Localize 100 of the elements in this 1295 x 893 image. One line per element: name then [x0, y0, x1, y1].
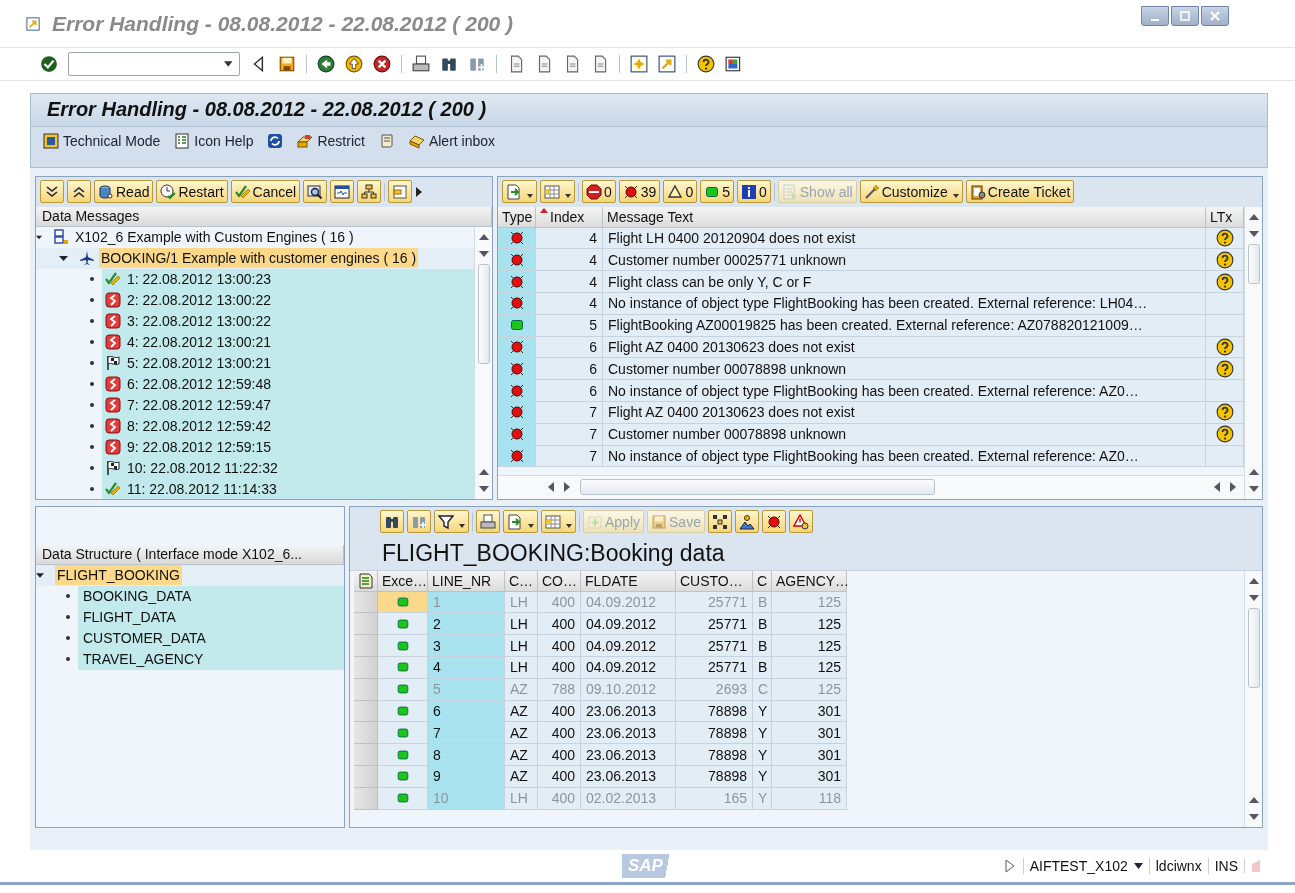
toolbar-button[interactable]	[267, 132, 284, 149]
tree-item[interactable]: 8: 22.08.2012 12:59:42	[102, 415, 474, 437]
caret-icon[interactable]	[1133, 862, 1143, 869]
toolbar-button[interactable]: 39	[618, 180, 661, 204]
tree-item[interactable]: 4: 22.08.2012 13:00:21	[102, 331, 474, 353]
table-cell: FlightBooking AZ00019825 has been created. External reference: AZ078820121009…	[603, 314, 1206, 337]
help-icon[interactable]	[1215, 359, 1234, 378]
toolbar-button[interactable]: Restart	[156, 180, 228, 204]
tree-item[interactable]: BOOKING_DATA	[78, 585, 344, 607]
toolbar-button[interactable]: Alert inbox	[408, 132, 496, 149]
help-icon[interactable]	[1215, 272, 1234, 291]
layout-button[interactable]	[354, 570, 378, 592]
table-cell: Y	[753, 722, 772, 745]
toolbar-button[interactable]	[761, 510, 786, 534]
tree-item[interactable]: 1: 22.08.2012 13:00:23	[102, 268, 474, 290]
help-icon[interactable]	[697, 54, 715, 73]
table-cell: 23.06.2013	[581, 765, 676, 788]
column-header[interactable]: LTx	[1206, 206, 1244, 228]
filter-icon	[438, 513, 454, 530]
caret-icon[interactable]	[59, 253, 68, 263]
scrollbar[interactable]	[1244, 206, 1262, 499]
toolbar-button[interactable]: Technical Mode	[43, 132, 161, 149]
client-name: ldciwnx	[1148, 857, 1208, 874]
tree-item[interactable]: 7: 22.08.2012 12:59:47	[102, 394, 474, 416]
column-header[interactable]: Exce…	[378, 570, 428, 592]
toolbar-button[interactable]	[357, 180, 382, 204]
tree-item[interactable]: 5: 22.08.2012 13:00:21	[102, 352, 474, 374]
column-header[interactable]: C…	[505, 570, 538, 592]
window-icon[interactable]	[630, 54, 648, 73]
toolbar-button[interactable]: Icon Help	[174, 132, 254, 149]
error-icon	[508, 273, 525, 290]
tree-item[interactable]: 9: 22.08.2012 12:59:15	[102, 436, 474, 458]
column-header[interactable]: Type	[498, 206, 536, 228]
print-icon[interactable]	[412, 54, 430, 73]
table-cell: 1	[428, 591, 505, 614]
tree-item[interactable]: 3: 22.08.2012 13:00:22	[102, 310, 474, 332]
help-icon[interactable]	[1215, 229, 1234, 247]
help-icon[interactable]	[1215, 425, 1234, 444]
close-button[interactable]	[1201, 6, 1229, 26]
toolbar-button[interactable]	[40, 180, 64, 204]
column-header[interactable]: CO…	[538, 570, 581, 592]
toolbar-button[interactable]	[788, 510, 813, 534]
toolbar-button[interactable]	[303, 180, 328, 204]
system-dropdown[interactable]: AIFTEST_X102	[1022, 857, 1149, 874]
cancel-icon[interactable]	[373, 54, 391, 73]
tree-item[interactable]: 2: 22.08.2012 13:00:22	[102, 289, 474, 311]
back-icon[interactable]	[317, 54, 335, 73]
screen-title: Error Handling - 08.08.2012 - 22.08.2012 ( 200 )	[31, 93, 1267, 127]
check-pencil-icon	[105, 481, 121, 498]
maximize-button[interactable]	[1171, 6, 1199, 26]
scrollbar[interactable]	[1244, 570, 1262, 827]
toolbar-button[interactable]	[734, 510, 759, 534]
column-header[interactable]: FLDATE	[581, 570, 676, 592]
bullet-icon	[66, 636, 70, 641]
toolbar-button[interactable]: 5	[700, 180, 734, 204]
caret-icon[interactable]	[224, 60, 233, 67]
tree-item[interactable]: TRAVEL_AGENCY	[78, 648, 344, 670]
table-cell: 04.09.2012	[581, 635, 676, 657]
bullet-icon	[90, 319, 94, 324]
toolbar-button[interactable]: Customize	[859, 180, 963, 204]
column-header[interactable]: Message Text	[603, 206, 1206, 228]
triangle-right-icon[interactable]	[415, 186, 424, 197]
help-icon[interactable]	[1215, 403, 1234, 422]
tree-item[interactable]: X102_6 Example with Custom Engines ( 16 )	[50, 226, 360, 248]
command-field[interactable]	[68, 51, 240, 76]
column-header[interactable]: C	[753, 570, 772, 592]
help-icon[interactable]	[1215, 250, 1234, 269]
check-pencil-icon	[234, 183, 251, 200]
scrollbar[interactable]	[474, 226, 492, 499]
tree-item[interactable]: CUSTOMER_DATA	[78, 627, 344, 649]
monitor-icon[interactable]	[725, 54, 743, 73]
toolbar-button[interactable]: Restrict	[297, 132, 365, 149]
column-header[interactable]: LINE_NR	[428, 570, 505, 592]
tree-item[interactable]: 6: 22.08.2012 12:59:48	[102, 373, 474, 395]
scrollbar[interactable]	[498, 474, 1244, 499]
triangle-right-icon[interactable]	[1004, 858, 1015, 873]
toolbar-button[interactable]	[67, 180, 91, 204]
column-header[interactable]: CUSTO…	[676, 570, 753, 592]
toolbar-button[interactable]	[434, 510, 469, 534]
shortcut-icon[interactable]	[658, 54, 676, 73]
toolbar-button[interactable]	[380, 510, 404, 534]
toolbar-button[interactable]: 0	[663, 180, 698, 204]
toolbar-button[interactable]: 0	[582, 180, 616, 204]
minimize-button[interactable]	[1141, 6, 1169, 26]
toolbar-button[interactable]	[330, 180, 355, 204]
toolbar-button[interactable]	[707, 510, 732, 534]
help-icon[interactable]	[1215, 337, 1234, 356]
toolbar-button[interactable]: Cancel	[230, 180, 301, 204]
table-cell: LH	[505, 613, 538, 636]
tree-item[interactable]: FLIGHT_DATA	[78, 606, 344, 628]
tree-item[interactable]: 11: 22.08.2012 11:14:33	[102, 478, 474, 499]
save-icon[interactable]	[278, 54, 296, 73]
toolbar-button[interactable]: 0	[736, 180, 771, 204]
toolbar-button[interactable]: Create Ticket	[965, 180, 1075, 204]
column-header[interactable]: Index	[536, 206, 603, 228]
tree-item[interactable]: 10: 22.08.2012 11:22:32	[102, 457, 474, 479]
caret-icon[interactable]	[36, 570, 44, 580]
column-header[interactable]: AGENCY…	[772, 570, 847, 592]
check-icon[interactable]	[40, 54, 58, 73]
toolbar-button[interactable]: Read	[94, 180, 154, 204]
